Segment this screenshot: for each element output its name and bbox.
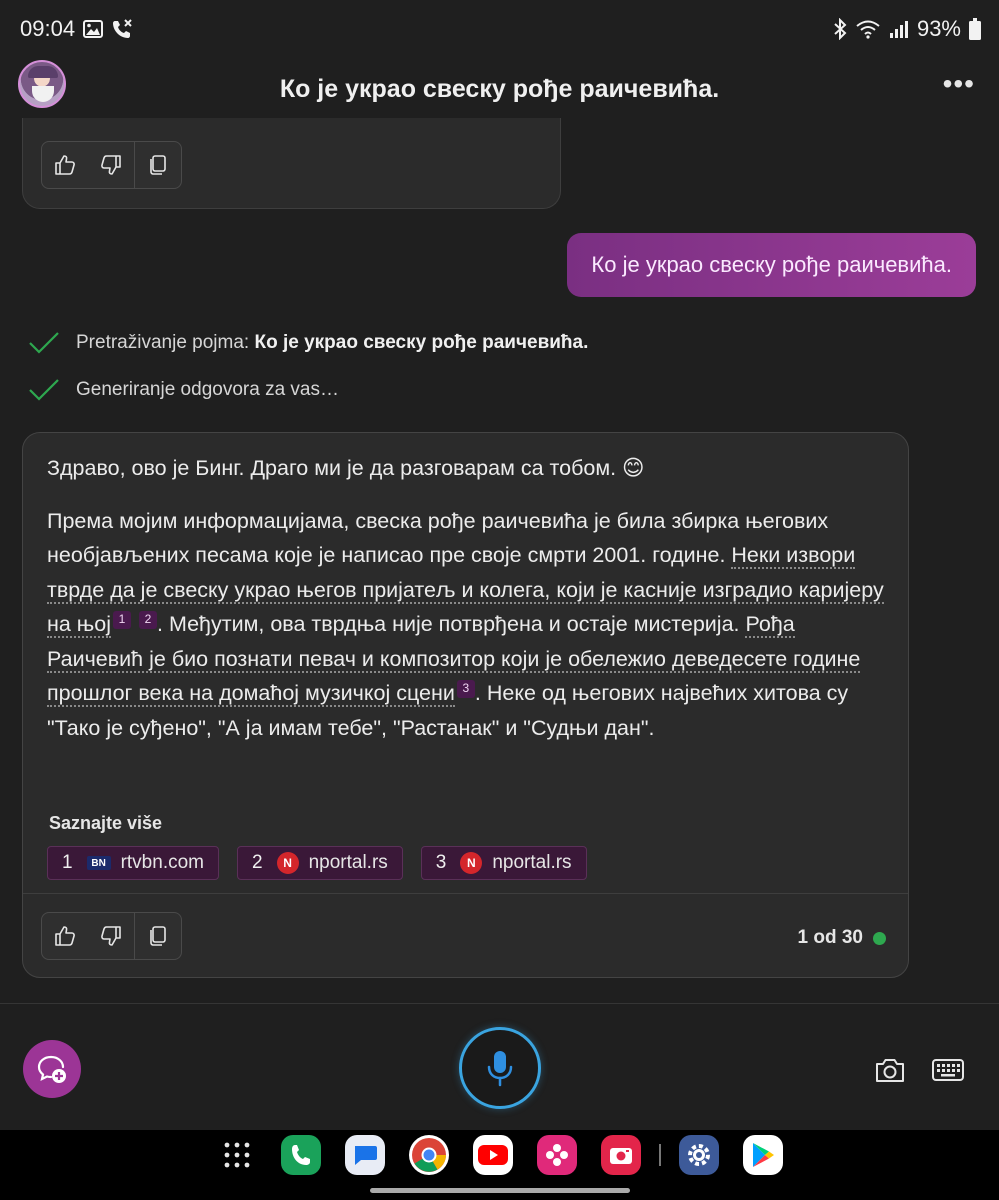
like-button[interactable]: [42, 142, 88, 188]
more-options-button[interactable]: •••: [943, 68, 975, 100]
camera-app-icon[interactable]: [601, 1135, 641, 1175]
thumbs-up-icon: [55, 926, 75, 946]
source-number: 2: [252, 852, 263, 873]
turn-counter: 1 od 30: [798, 927, 886, 949]
phone-app-icon[interactable]: [281, 1135, 321, 1175]
settings-app-icon[interactable]: [679, 1135, 719, 1175]
source-domain: nportal.rs: [492, 852, 572, 873]
camera-icon: [876, 1059, 904, 1082]
feedback-group: [41, 141, 182, 189]
play-store-app-icon[interactable]: [743, 1135, 783, 1175]
answer-text: . Међутим, ова тврдња није потврђена и о…: [157, 612, 746, 636]
image-icon: [83, 20, 104, 38]
wifi-icon: [855, 19, 881, 39]
android-taskbar: [0, 1130, 999, 1200]
progress-search: Pretraživanje pojma: Ко је украо свеску …: [28, 330, 588, 356]
status-dot-icon: [873, 931, 886, 945]
source-link-2[interactable]: 2 N nportal.rs: [237, 846, 403, 880]
keyboard-button[interactable]: [928, 1050, 968, 1090]
missed-call-icon: [111, 18, 133, 40]
learn-more-label: Saznajte više: [49, 813, 163, 833]
status-bar: 09:04 93%: [0, 0, 999, 58]
battery-icon: [969, 18, 981, 40]
answer-card: Здраво, ово је Бинг. Драго ми је да разг…: [22, 432, 909, 978]
rtvbn-favicon-icon: BN: [86, 856, 111, 870]
microphone-icon: [487, 1051, 513, 1087]
feedback-group: [41, 912, 182, 960]
clock: 09:04: [20, 16, 76, 41]
user-message-text: Ко је украо свеску рође раичевића.: [591, 252, 952, 277]
divider: [0, 1003, 999, 1004]
progress-label: Generiranje odgovora za vas…: [76, 379, 339, 400]
grid-icon: [224, 1142, 250, 1168]
battery-percent: 93%: [916, 16, 961, 41]
gallery-app-icon[interactable]: [537, 1135, 577, 1175]
previous-answer-card: [22, 118, 561, 209]
new-chat-icon: [37, 1055, 66, 1083]
nportal-favicon-icon: N: [460, 852, 483, 874]
progress-generate: Generiranje odgovora za vas…: [28, 377, 339, 403]
bing-avatar[interactable]: [18, 60, 66, 108]
answer-paragraph: Према мојим информацијама, свеска рође р…: [47, 504, 889, 746]
microphone-button[interactable]: [459, 1027, 541, 1109]
source-domain: rtvbn.com: [120, 852, 204, 873]
like-button[interactable]: [42, 913, 88, 959]
youtube-app-icon[interactable]: [473, 1135, 513, 1175]
citation-1[interactable]: 1: [113, 610, 132, 629]
copy-button[interactable]: [135, 913, 181, 959]
signal-icon: [889, 20, 909, 38]
source-link-3[interactable]: 3 N nportal.rs: [420, 846, 587, 880]
divider: [23, 893, 908, 894]
source-link-1[interactable]: 1 BN rtvbn.com: [47, 846, 219, 880]
source-number: 1: [62, 852, 73, 873]
new-topic-button[interactable]: [23, 1040, 81, 1098]
source-number: 3: [435, 852, 447, 873]
citation-3[interactable]: 3: [456, 679, 475, 698]
app-header: Ко је украо свеску рође раичевића. •••: [0, 58, 999, 120]
camera-button[interactable]: [870, 1050, 910, 1090]
gear-icon: [688, 1144, 710, 1166]
dislike-button[interactable]: [88, 142, 134, 188]
app-drawer-button[interactable]: [217, 1135, 257, 1175]
answer-body: Здраво, ово је Бинг. Драго ми је да разг…: [47, 451, 889, 763]
nportal-favicon-icon: N: [276, 852, 299, 874]
turn-counter-text: 1 od 30: [797, 927, 863, 948]
source-list: 1 BN rtvbn.com 2 N nportal.rs 3 N nporta…: [47, 846, 587, 880]
home-gesture-bar[interactable]: [370, 1188, 630, 1193]
divider: [659, 1144, 661, 1166]
user-message-bubble: Ко је украо свеску рође раичевића.: [567, 233, 976, 297]
checkmark-icon: [29, 379, 59, 401]
messages-app-icon[interactable]: [345, 1135, 385, 1175]
answer-greeting: Здраво, ово је Бинг. Драго ми је да разг…: [47, 456, 645, 480]
progress-query: Ко је украо свеску рође раичевића.: [254, 332, 589, 353]
bluetooth-icon: [833, 18, 847, 40]
answer-text: Према мојим информацијама, свеска рође р…: [47, 508, 829, 568]
copy-button[interactable]: [135, 142, 181, 188]
dislike-button[interactable]: [88, 913, 134, 959]
source-domain: nportal.rs: [308, 852, 388, 873]
progress-label: Pretraživanje pojma:: [76, 332, 250, 353]
copy-icon: [150, 155, 166, 175]
keyboard-icon: [932, 1059, 964, 1081]
conversation-title: Ко је украо свеску рође раичевића.: [279, 74, 720, 103]
thumbs-down-icon: [101, 155, 121, 175]
citation-2[interactable]: 2: [139, 610, 157, 629]
copy-icon: [150, 926, 166, 946]
thumbs-down-icon: [101, 926, 121, 946]
thumbs-up-icon: [55, 155, 75, 175]
chrome-app-icon[interactable]: [409, 1135, 449, 1175]
checkmark-icon: [29, 332, 59, 354]
